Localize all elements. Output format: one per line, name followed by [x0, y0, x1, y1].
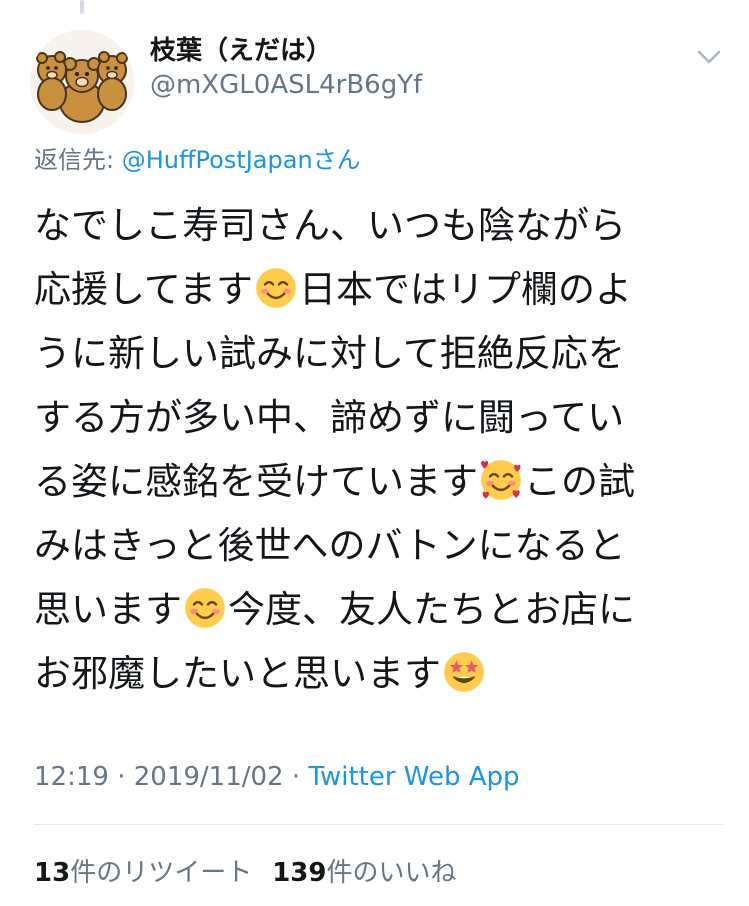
display-name[interactable]: 枝葉（えだは）	[150, 30, 332, 67]
star-struck-icon	[444, 652, 484, 692]
thread-connector-line	[80, 0, 84, 14]
tweet-time[interactable]: 12:19	[34, 762, 109, 792]
like-count: 139	[272, 858, 327, 888]
reply-mention-link[interactable]: @HuffPostJapan	[122, 146, 313, 174]
tweet-line: する方が多い中、諦めずに闘ってい	[34, 386, 724, 450]
tweet-line: 思います 今度、友人たちとお店に	[34, 578, 724, 642]
tweet-text-segment: うに新しい試みに対して拒絶反応を	[34, 332, 625, 375]
smiling-face-icon	[185, 588, 225, 628]
divider	[34, 824, 723, 825]
tweet-text-segment: る姿に感銘を受けています	[34, 460, 478, 503]
tweet-text-segment: なでしこ寿司さん、いつも陰ながら	[34, 204, 626, 247]
tweet-line: みはきっと後世へのバトンになると	[34, 514, 724, 578]
tweet-line: 応援してます 日本ではリプ欄のよ	[34, 258, 724, 322]
tweet-line: なでしこ寿司さん、いつも陰ながら	[34, 194, 724, 258]
chevron-down-icon[interactable]	[692, 40, 726, 74]
tweet-text-segment: 日本ではリプ欄のよ	[299, 268, 633, 311]
teddy-bears-avatar-icon	[30, 30, 134, 134]
tweet-text-segment: 応援してます	[34, 268, 254, 311]
source-app-link[interactable]: Twitter Web App	[308, 762, 519, 792]
reply-suffix[interactable]: さん	[313, 146, 361, 174]
avatar[interactable]	[30, 30, 134, 134]
tweet-line: る姿に感銘を受けています この試	[34, 450, 724, 514]
smiling-face-icon	[256, 268, 296, 308]
meta-separator: ·	[283, 762, 309, 792]
tweet-text-segment: この試	[524, 460, 635, 503]
reply-context: 返信先: @HuffPostJapanさん	[34, 140, 361, 175]
tweet-text: なでしこ寿司さん、いつも陰ながら 応援してます 日本ではリプ欄のように新しい試みに対…	[34, 194, 724, 706]
likes-link[interactable]: 139件のいいね	[272, 858, 456, 888]
retweets-link[interactable]: 13件のリツイート	[34, 858, 252, 888]
meta-separator: ·	[108, 762, 134, 792]
smiling-face-with-hearts-icon	[481, 460, 521, 500]
tweet-text-segment: みはきっと後世へのバトンになると	[34, 524, 626, 567]
retweet-count: 13	[34, 858, 71, 888]
tweet-line: うに新しい試みに対して拒絶反応を	[34, 322, 724, 386]
user-handle[interactable]: @mXGL0ASL4rB6gYf	[150, 70, 422, 100]
tweet-meta: 12:19 · 2019/11/02 · Twitter Web App	[34, 762, 520, 792]
reply-prefix: 返信先:	[34, 146, 122, 174]
engagement-stats: 13件のリツイート 139件のいいね	[34, 852, 457, 889]
tweet-text-segment: 思います	[34, 588, 182, 631]
tweet-line: お邪魔したいと思います	[34, 642, 724, 706]
tweet-text-segment: お邪魔したいと思います	[34, 652, 441, 695]
tweet-date[interactable]: 2019/11/02	[134, 762, 284, 792]
retweet-label: 件のリツイート	[70, 858, 253, 888]
tweet-text-segment: 今度、友人たちとお店に	[228, 588, 635, 631]
tweet-text-segment: する方が多い中、諦めずに闘ってい	[34, 396, 625, 439]
like-label: 件のいいね	[326, 858, 457, 888]
